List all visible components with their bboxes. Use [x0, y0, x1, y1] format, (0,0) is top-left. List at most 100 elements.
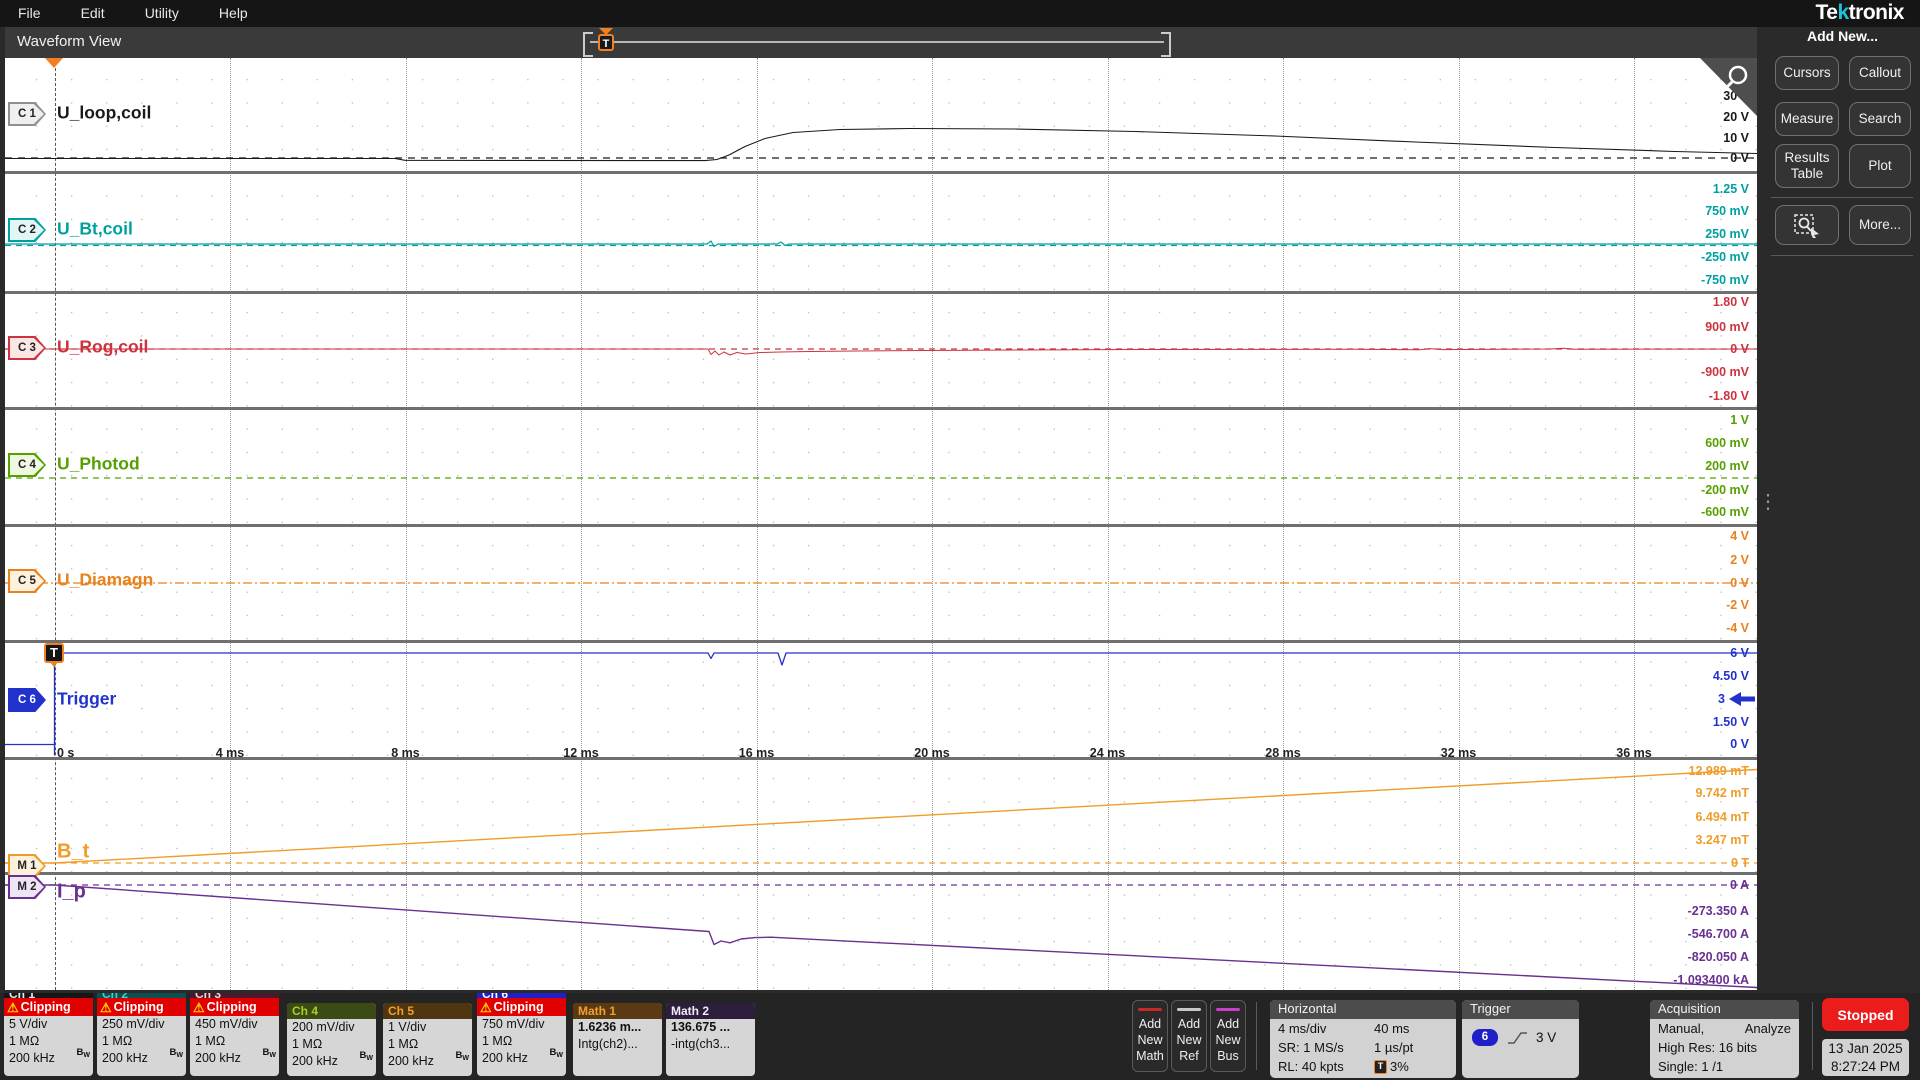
channel-name-c5[interactable]: U_Diamagn	[57, 570, 153, 591]
measure-button[interactable]: Measure	[1775, 102, 1839, 136]
scale-label: 0 V	[1730, 737, 1749, 751]
callout-button[interactable]: Callout	[1849, 56, 1911, 90]
acquisition-analyze: Analyze	[1744, 1021, 1791, 1036]
brand-text: Te	[1815, 1, 1838, 24]
trigger-position-top-icon[interactable]	[45, 58, 63, 68]
acquisition-panel[interactable]: Acquisition Manual, Analyze High Res: 16 …	[1650, 1000, 1799, 1078]
acquisition-panel-header: Acquisition	[1650, 1000, 1799, 1019]
channel-name-c4[interactable]: U_Photod	[57, 454, 140, 475]
scale-label: -820.050 A	[1687, 950, 1749, 964]
horizontal-panel[interactable]: Horizontal 4 ms/div 40 ms SR: 1 MS/s 1 µs/…	[1270, 1000, 1456, 1078]
scale-label: -200 mV	[1701, 483, 1749, 497]
cursors-button[interactable]: Cursors	[1775, 56, 1839, 90]
scale-label: -273.350 A	[1687, 904, 1749, 918]
addbtn-word: New	[1215, 1032, 1241, 1047]
sample-rate: SR: 1 MS/s	[1278, 1040, 1344, 1055]
channel-tag-border: C 5	[8, 569, 46, 593]
trigger-panel[interactable]: Trigger 6 3 V	[1462, 1000, 1579, 1078]
scale-label: 1.50 V	[1712, 715, 1749, 729]
warning-icon: ⚠	[100, 999, 112, 1015]
acquisition-window-indicator[interactable]: T	[583, 28, 1171, 57]
plot-button[interactable]: Plot	[1849, 144, 1911, 188]
badge-row: 200 kHz BW	[477, 1047, 566, 1067]
scale-label: -900 mV	[1701, 365, 1749, 379]
channel-tag-c4[interactable]: C 4	[8, 453, 46, 477]
bw-w: W	[366, 1055, 373, 1062]
acquisition-resolution: High Res: 16 bits	[1658, 1040, 1757, 1055]
channel-tag-m2[interactable]: M 2	[8, 875, 46, 899]
add-new-bus-button[interactable]: Add New Bus	[1210, 1000, 1246, 1072]
channel-tag-c5[interactable]: C 5	[8, 569, 46, 593]
time-axis-label: 28 ms	[1265, 746, 1301, 760]
run-stop-status-button[interactable]: Stopped	[1822, 998, 1909, 1031]
channel-badge-ch-2[interactable]: Ch 2⚠Clipping250 mV/div1 MΩ200 kHzBW	[97, 993, 186, 1076]
channel-tag-c2[interactable]: C 2	[8, 218, 46, 242]
time-axis-label: 0 s	[57, 746, 75, 760]
trigger-level-arrow-icon[interactable]	[1727, 691, 1755, 712]
scale-label: -546.700 A	[1687, 927, 1749, 941]
channel-separator	[5, 757, 1757, 760]
channel-name-c6[interactable]: Trigger	[57, 689, 116, 710]
badge-row: 200 kHz BW	[4, 1047, 93, 1067]
trigger-position-flag[interactable]: T	[596, 28, 616, 51]
scale-label: 0 V	[1730, 342, 1749, 356]
channel-tag-c6[interactable]: C 6	[8, 688, 46, 712]
search-button[interactable]: Search	[1849, 102, 1911, 136]
channel-badge-math-2[interactable]: Math 2 136.675 ... -intg(ch3...	[666, 1003, 755, 1076]
channel-badge-ch-6[interactable]: Ch 6⚠Clipping750 mV/div1 MΩ200 kHzBW	[477, 993, 566, 1076]
brand-k: k	[1837, 1, 1849, 24]
menu-help[interactable]: Help	[199, 0, 268, 27]
channel-name-c3[interactable]: U_Rog,coil	[57, 337, 148, 358]
channel-badge-math-1[interactable]: Math 1 1.6236 m... Intg(ch2)...	[573, 1003, 662, 1076]
channel-name-m2[interactable]: I_p	[57, 881, 86, 904]
acquisition-mode: Manual,	[1658, 1021, 1705, 1036]
datetime-display: 13 Jan 2025 8:27:24 PM	[1822, 1039, 1909, 1076]
badge-row: 450 mV/div	[195, 1017, 258, 1031]
scale-label: 9.742 mT	[1695, 786, 1749, 800]
time-axis-label: 36 ms	[1616, 746, 1652, 760]
trigger-mini-icon: T	[1374, 1059, 1387, 1074]
scale-label: -600 mV	[1701, 505, 1749, 519]
add-new-math-button[interactable]: Add New Math	[1132, 1000, 1168, 1072]
badge-row: 200 mV/div	[292, 1020, 355, 1034]
badge-row: 750 mV/div	[482, 1017, 545, 1031]
accent-line	[1216, 1007, 1240, 1011]
channel-tag-border: C 4	[8, 453, 46, 477]
add-new-ref-button[interactable]: Add New Ref	[1171, 1000, 1207, 1072]
menu-utility[interactable]: Utility	[125, 0, 199, 27]
scale-label: -1.80 V	[1708, 389, 1749, 403]
addbtn-word: Add	[1177, 1016, 1201, 1031]
waveform-plot[interactable]: T 3 0 V 20 V 10 V 0 V 1.25 V 750 mV 250 mV -250 …	[5, 58, 1757, 990]
horizontal-window: 40 ms	[1374, 1021, 1410, 1036]
clipping-label: Clipping	[206, 1000, 257, 1014]
oscilloscope-app: File Edit Utility Help Tektronix Waveform V…	[0, 0, 1920, 1080]
channel-badge-ch-3[interactable]: Ch 3⚠Clipping450 mV/div1 MΩ200 kHzBW	[190, 993, 279, 1076]
menu-edit[interactable]: Edit	[61, 0, 125, 27]
channel-tag-fill: C 1	[10, 104, 44, 124]
more-button[interactable]: More...	[1849, 205, 1911, 245]
bw-w: W	[462, 1055, 469, 1062]
channel-name-c2[interactable]: U_Bt,coil	[57, 219, 133, 240]
scale-label: 1 V	[1730, 413, 1749, 427]
badge-row: 5 V/div	[9, 1017, 48, 1031]
channel-badge-ch-5[interactable]: Ch 51 V/div 1 MΩ 200 kHz BW	[383, 1003, 472, 1076]
time-text: 8:27:24 PM	[1830, 1058, 1901, 1074]
trigger-level-t-marker[interactable]: T	[44, 643, 64, 663]
channel-tag-c3[interactable]: C 3	[8, 336, 46, 360]
scale-label: 1.25 V	[1712, 182, 1749, 196]
trigger-t-icon: T	[598, 34, 614, 51]
bw-w: W	[176, 1052, 183, 1059]
results-table-button[interactable]: Results Table	[1775, 144, 1839, 188]
bandwidth-limit-icon: BW	[360, 1046, 373, 1067]
menu-bar: File Edit Utility Help	[0, 0, 1920, 27]
channel-separator	[5, 406, 1757, 410]
channel-tag-c1[interactable]: C 1	[8, 102, 46, 126]
channel-name-m1[interactable]: B_t	[57, 841, 89, 864]
menu-file[interactable]: File	[0, 0, 61, 27]
channel-badge-ch-1[interactable]: Ch 1⚠Clipping5 V/div1 MΩ200 kHzBW	[4, 993, 93, 1076]
channel-name-c1[interactable]: U_loop,coil	[57, 103, 151, 124]
channel-badge-ch-4[interactable]: Ch 4 200 mV/div 1 MΩ 200 kHz BW	[287, 1003, 376, 1076]
zoom-select-button[interactable]	[1775, 205, 1839, 245]
badge-row: 200 kHz BW	[383, 1050, 472, 1070]
accent-line	[1177, 1007, 1201, 1011]
